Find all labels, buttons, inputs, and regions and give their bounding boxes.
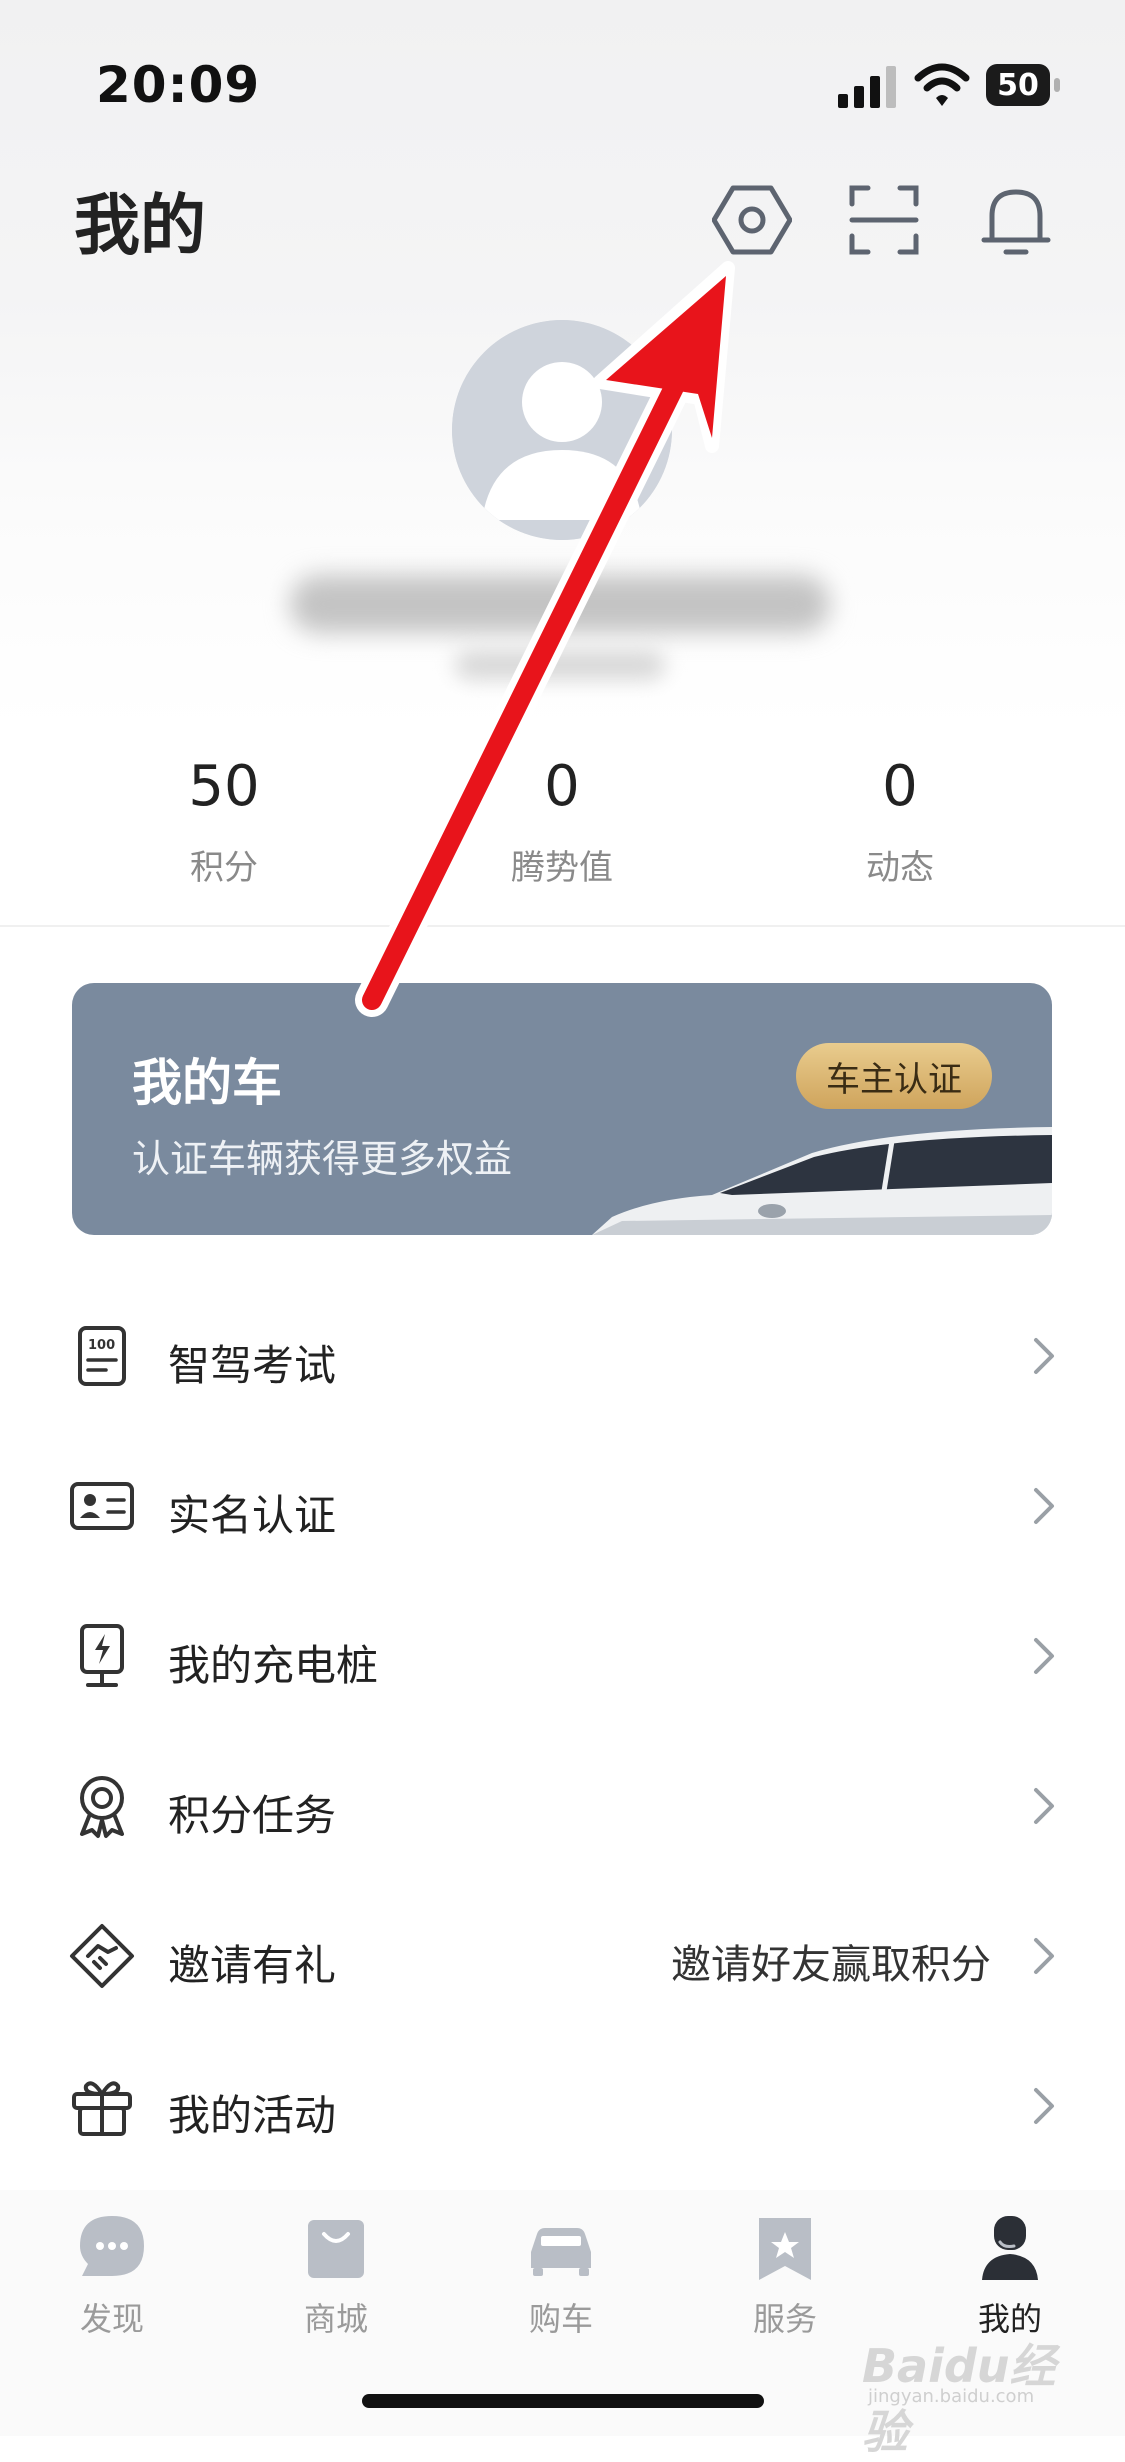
notification-bell-icon[interactable]: [976, 180, 1056, 260]
battery-tip: [1054, 78, 1060, 92]
my-car-card[interactable]: 我的车 认证车辆获得更多权益 车主认证: [72, 983, 1052, 1235]
menu-label: 我的活动: [168, 2091, 337, 2140]
stat-label: 腾势值: [511, 848, 613, 888]
car-card-title: 我的车: [132, 1054, 282, 1112]
tab-mine[interactable]: 我的: [930, 2212, 1090, 2340]
stat-value: 0: [882, 754, 918, 819]
chevron-right-icon: [1034, 1788, 1054, 1824]
tab-label: 发现: [79, 2300, 144, 2338]
avatar[interactable]: [452, 320, 672, 540]
tab-label: 商城: [303, 2300, 368, 2338]
chevron-right-icon: [1034, 1488, 1054, 1524]
settings-hexagon-icon[interactable]: [712, 180, 792, 260]
user-subtitle-blurred: [455, 650, 665, 680]
medal-icon: [80, 1776, 124, 1838]
tab-store[interactable]: 商城: [256, 2212, 416, 2340]
stat-posts[interactable]: 0 动态: [750, 752, 1050, 889]
person-icon: [982, 2216, 1038, 2280]
watermark-url: jingyan.baidu.com: [868, 2386, 1035, 2407]
owner-verify-button[interactable]: 车主认证: [796, 1043, 992, 1109]
menu-label: 实名认证: [168, 1491, 337, 1540]
tab-label: 服务: [752, 2300, 817, 2338]
menu-label: 智驾考试: [168, 1341, 337, 1390]
chat-bubble-icon: [80, 2216, 144, 2276]
menu-item-smart-driving-exam[interactable]: 100 智驾考试: [0, 1296, 1125, 1416]
car-icon: [531, 2228, 591, 2276]
status-bar: 20:09 50: [0, 0, 1125, 150]
handshake-icon: [70, 1924, 134, 1988]
stat-value: 50: [188, 754, 260, 819]
baidu-watermark: Baidu经验 jingyan.baidu.com: [862, 2330, 1072, 2459]
stat-denza-value[interactable]: 0 腾势值: [412, 752, 712, 889]
shopping-bag-icon: [308, 2220, 364, 2278]
invite-hint: 邀请好友赢取积分: [671, 1942, 991, 1988]
page-title: 我的: [74, 187, 206, 264]
gift-icon: [72, 2081, 132, 2136]
chevron-right-icon: [1034, 2088, 1054, 2124]
scan-icon[interactable]: [844, 180, 924, 260]
username-blurred: [290, 575, 830, 633]
tab-discover[interactable]: 发现: [32, 2212, 192, 2340]
menu-item-my-activities[interactable]: 我的活动: [0, 2046, 1125, 2166]
tab-label: 购车: [528, 2300, 593, 2338]
status-time: 20:09: [96, 56, 261, 114]
menu-item-real-name-verification[interactable]: 实名认证: [0, 1446, 1125, 1566]
tab-service[interactable]: 服务: [705, 2212, 865, 2340]
default-avatar-icon: [452, 320, 672, 540]
menu-item-points-tasks[interactable]: 积分任务: [0, 1746, 1125, 1866]
chevron-right-icon: [1034, 1338, 1054, 1374]
stat-label: 动态: [866, 848, 934, 888]
tab-buy-car[interactable]: 购车: [481, 2212, 641, 2340]
stat-value: 0: [544, 754, 580, 819]
bookmark-star-icon: [759, 2218, 811, 2280]
car-image: [592, 1127, 1052, 1235]
charging-pile-icon: [80, 1624, 124, 1687]
id-card-icon: [70, 1482, 134, 1530]
menu-label: 我的充电桩: [168, 1641, 379, 1690]
wifi-icon: [914, 63, 970, 106]
menu-item-my-charging-pile[interactable]: 我的充电桩: [0, 1596, 1125, 1716]
exam-icon: 100: [78, 1326, 126, 1386]
section-divider: [0, 925, 1125, 927]
battery-indicator: 50: [986, 64, 1062, 106]
car-card-subtitle: 认证车辆获得更多权益: [132, 1137, 513, 1181]
home-indicator[interactable]: [362, 2394, 764, 2408]
menu-item-invite-rewards[interactable]: 邀请有礼 邀请好友赢取积分: [0, 1896, 1125, 2016]
svg-text:100: 100: [88, 1338, 115, 1353]
menu-label: 积分任务: [168, 1791, 337, 1840]
menu-label: 邀请有礼: [168, 1941, 337, 1990]
signal-icon: [838, 66, 896, 108]
chevron-right-icon: [1034, 1938, 1054, 1974]
chevron-right-icon: [1034, 1638, 1054, 1674]
stat-points[interactable]: 50 积分: [74, 752, 374, 889]
battery-level: 50: [986, 64, 1050, 106]
stat-label: 积分: [190, 848, 258, 888]
